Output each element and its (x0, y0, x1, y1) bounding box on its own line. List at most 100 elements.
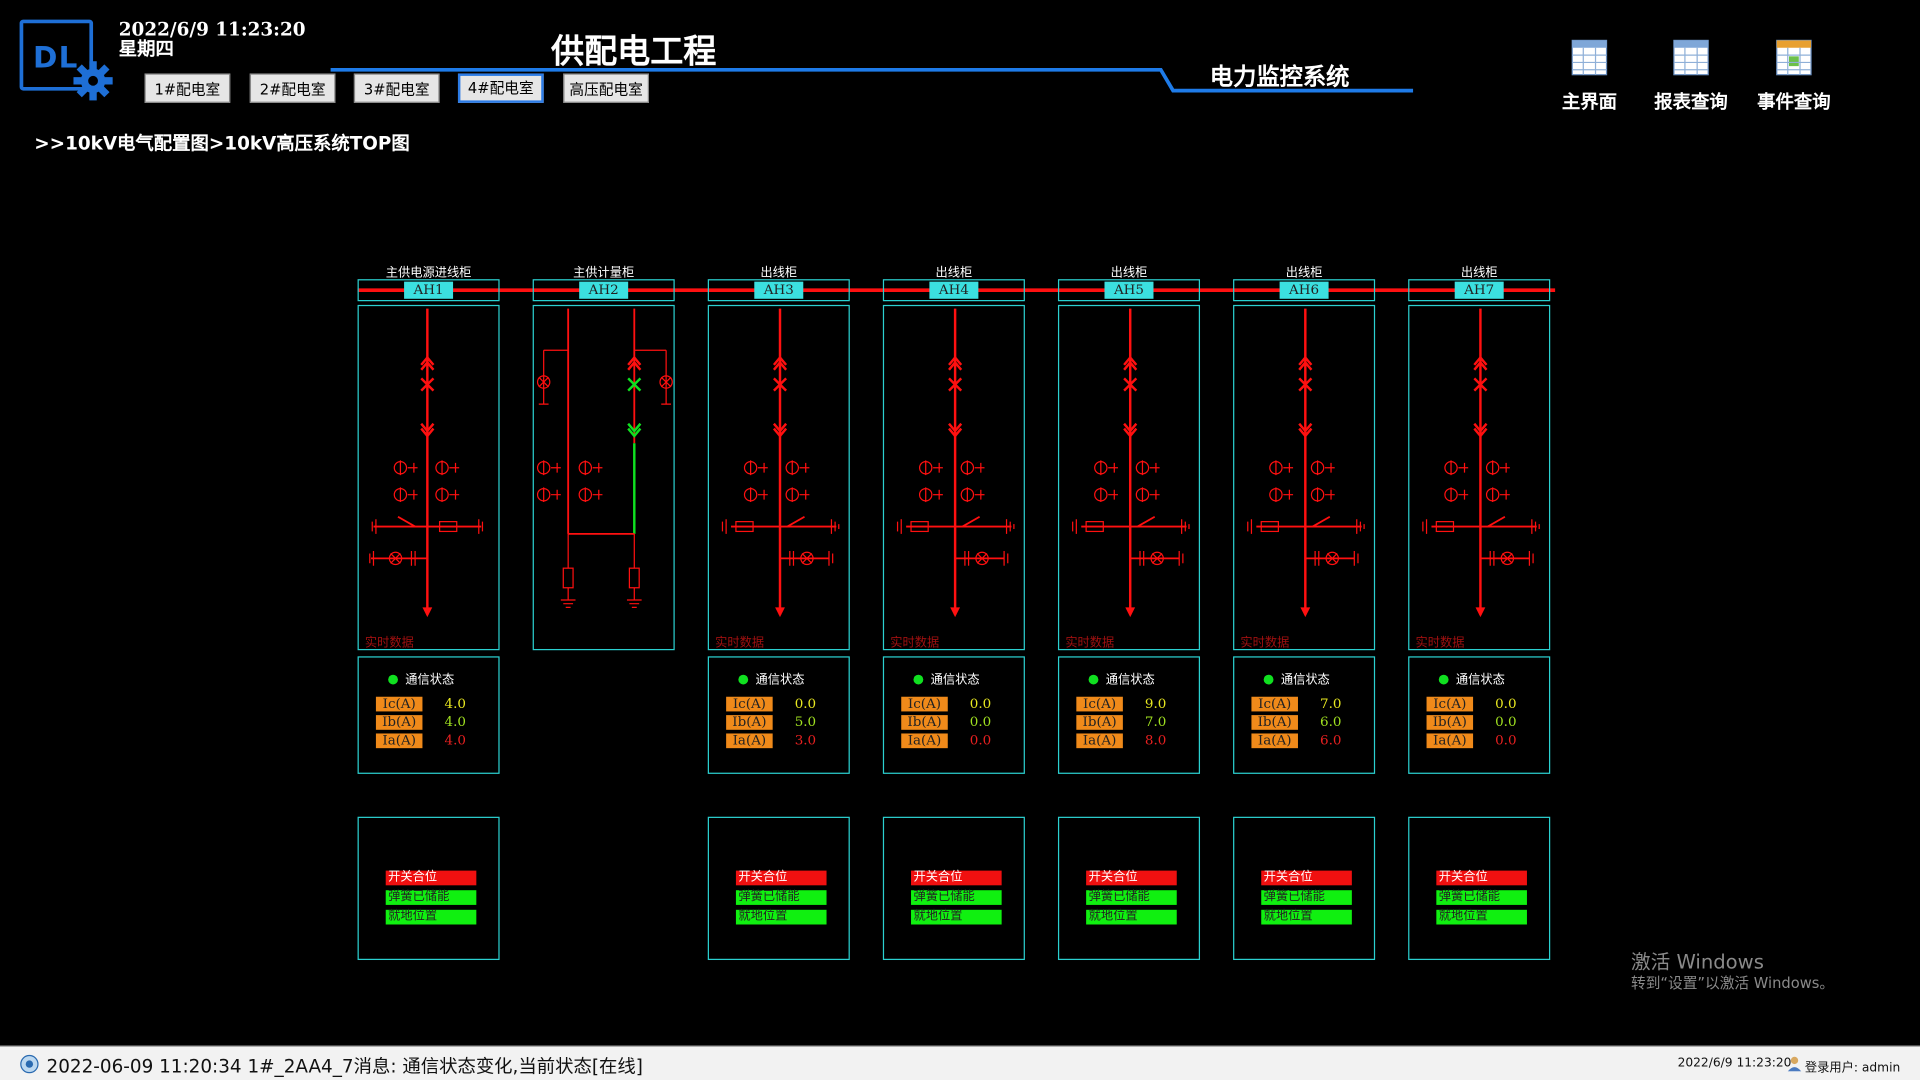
cabinet-diagram-frame[interactable]: 实时数据 (1408, 304, 1551, 651)
status-bar: 2022-06-09 11:20:34 1#_2AA4_7消息: 通信状态变化,… (0, 1045, 1920, 1080)
comm-status-label: 通信状态 (930, 673, 980, 687)
comm-status-label: 通信状态 (1280, 673, 1330, 687)
switch-status-indicator: 开关合位 (385, 870, 477, 886)
current-label: Ia(A) (1426, 733, 1474, 749)
current-value: 0.0 (1495, 713, 1517, 730)
cabinet-tag[interactable]: AH5 (1104, 281, 1154, 299)
measurement-panel: 通信状态 Ic(A) 0.0 Ib(A) 5.0 Ia(A) 3.0 (707, 656, 850, 774)
cabinet-tag[interactable]: AH2 (579, 281, 629, 299)
switch-status-panel: 开关合位 弹簧已储能 就地位置 (882, 816, 1025, 961)
switch-status-indicator: 弹簧已储能 (1436, 890, 1527, 905)
current-label: Ib(A) (1426, 714, 1474, 730)
single-line-diagram (721, 308, 840, 618)
switch-status-indicator: 就地位置 (911, 909, 1002, 925)
current-value: 7.0 (1320, 695, 1342, 712)
switch-status-indicator: 开关合位 (1436, 870, 1527, 886)
switch-status-indicator: 弹簧已储能 (1086, 890, 1177, 905)
measurement-panel: 通信状态 Ic(A) 0.0 Ib(A) 0.0 Ia(A) 0.0 (882, 656, 1025, 774)
current-value: 6.0 (1320, 732, 1342, 749)
measurement-panel: 通信状态 Ic(A) 4.0 Ib(A) 4.0 Ia(A) 4.0 (357, 656, 500, 774)
cabinet-tag[interactable]: AH7 (1454, 281, 1504, 299)
current-value: 9.0 (1144, 695, 1167, 712)
comm-status: 通信状态 (1088, 669, 1155, 687)
realtime-data-label[interactable]: 实时数据 (715, 632, 764, 650)
current-label: Ic(A) (1251, 696, 1298, 712)
current-label: Ic(A) (901, 696, 948, 712)
comm-status-label: 通信状态 (1105, 673, 1155, 687)
comm-status: 通信状态 (1438, 669, 1505, 687)
cabinet-diagram-frame[interactable]: 实时数据 (1057, 304, 1201, 651)
main-busbar (357, 288, 1556, 293)
comm-status: 通信状态 (388, 669, 454, 687)
online-status-dot (738, 674, 749, 685)
current-label: Ic(A) (1426, 696, 1474, 712)
cabinet-tag[interactable]: AH3 (754, 281, 804, 299)
cabinet-title: 主供计量柜 (573, 266, 635, 281)
current-value: 6.0 (1320, 713, 1342, 730)
current-label: Ia(A) (375, 733, 423, 749)
cabinet-tag[interactable]: AH1 (404, 281, 454, 299)
current-value: 0.0 (969, 695, 992, 712)
realtime-data-label[interactable]: 实时数据 (365, 632, 414, 650)
current-label: Ib(A) (375, 714, 423, 730)
current-label: Ia(A) (1251, 733, 1298, 749)
current-value: 0.0 (969, 713, 992, 730)
realtime-data-label[interactable]: 实时数据 (1065, 632, 1114, 650)
switch-status-indicator: 弹簧已储能 (385, 890, 477, 905)
cabinet-tag[interactable]: AH6 (1279, 281, 1329, 299)
cabinet-diagram-frame[interactable]: 实时数据 (1233, 304, 1376, 651)
single-line-diagram (1422, 308, 1540, 618)
switch-status-indicator: 开关合位 (735, 870, 827, 886)
switch-status-indicator: 就地位置 (1086, 909, 1177, 925)
user-icon (1787, 1056, 1802, 1072)
scada-screen: DL 2022/6/9 11:23:20 星期四 供配电工程 电力监控系统 1#… (0, 0, 1920, 1080)
status-message: 2022-06-09 11:20:34 1#_2AA4_7消息: 通信状态变化,… (46, 1055, 643, 1078)
single-line-diagram (536, 308, 673, 608)
measurement-panel: 通信状态 Ic(A) 0.0 Ib(A) 0.0 Ia(A) 0.0 (1408, 656, 1551, 774)
current-value: 7.0 (1144, 713, 1167, 730)
measurement-panel: 通信状态 Ic(A) 9.0 Ib(A) 7.0 Ia(A) 8.0 (1057, 656, 1201, 774)
comm-status: 通信状态 (1263, 669, 1330, 687)
cabinet-title: 主供电源进线柜 (385, 266, 472, 281)
info-circle-icon (20, 1054, 39, 1074)
current-label: Ib(A) (1076, 714, 1123, 730)
current-value: 0.0 (794, 695, 817, 712)
switch-status-panel: 开关合位 弹簧已储能 就地位置 (357, 816, 500, 961)
current-value: 4.0 (444, 713, 466, 730)
comm-status-label: 通信状态 (1455, 673, 1505, 687)
switch-status-indicator: 弹簧已储能 (911, 890, 1002, 905)
single-line-diagram (896, 308, 1015, 618)
switch-status-indicator: 弹簧已储能 (735, 890, 827, 905)
online-status-dot (1263, 674, 1274, 685)
switch-status-indicator: 开关合位 (1086, 870, 1177, 886)
cabinet-title: 出线柜 (760, 266, 798, 281)
cabinet-diagram-frame[interactable]: 实时数据 (357, 304, 500, 651)
current-label: Ic(A) (1076, 696, 1123, 712)
cabinet-title: 出线柜 (935, 266, 973, 281)
online-status-dot (1088, 674, 1099, 685)
current-label: Ib(A) (1251, 714, 1298, 730)
cabinet-diagram-frame[interactable]: 实时数据 (882, 304, 1025, 651)
realtime-data-label[interactable]: 实时数据 (1416, 632, 1465, 650)
switch-status-indicator: 弹簧已储能 (1261, 890, 1352, 905)
realtime-data-label[interactable]: 实时数据 (1240, 632, 1289, 650)
current-value: 0.0 (1495, 732, 1517, 749)
switch-status-panel: 开关合位弹簧已储能就地位置 (1057, 816, 1201, 961)
current-value: 5.0 (794, 713, 817, 730)
current-label: Ib(A) (901, 714, 948, 730)
single-line-diagram (1072, 308, 1190, 618)
comm-status-label: 通信状态 (755, 673, 805, 687)
cabinet-title: 出线柜 (1110, 266, 1148, 281)
cabinet-diagram-frame[interactable]: 实时数据 (707, 304, 850, 651)
current-value: 3.0 (794, 732, 817, 749)
cabinet-title: 出线柜 (1460, 266, 1498, 281)
realtime-data-label[interactable]: 实时数据 (890, 632, 939, 650)
switch-status-panel: 开关合位 弹簧已储能 就地位置 (1233, 816, 1376, 961)
single-line-diagram (369, 308, 484, 618)
current-value: 0.0 (969, 732, 992, 749)
online-status-dot (388, 674, 398, 685)
status-time: 2022/6/9 11:23:20 (1677, 1056, 1792, 1071)
cabinet-tag[interactable]: AH4 (929, 281, 979, 299)
cabinet-diagram-frame[interactable] (532, 304, 675, 651)
status-user: 登录用户: admin (1804, 1061, 1901, 1076)
